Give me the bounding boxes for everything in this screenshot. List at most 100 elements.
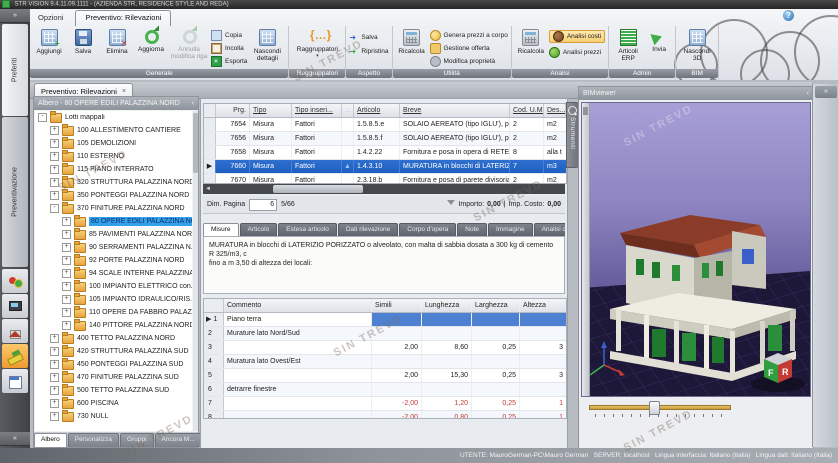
expander-icon[interactable]: + [62,282,71,291]
filter-funnel-icon[interactable] [447,200,455,209]
expander-icon[interactable]: + [50,152,59,161]
col-tipo-inserimento[interactable]: Tipo inseri... [292,104,342,117]
tree-item[interactable]: + 115 PIANO INTERRATO [35,163,192,176]
expander-icon[interactable]: + [50,386,59,395]
tree-item[interactable]: + 400 TETTO PALAZZINA NORD [35,332,192,345]
sidebar-section-preventivazione[interactable]: Preventivazione [2,117,28,267]
col-simili[interactable]: Simili [372,299,422,312]
col-altezza[interactable]: Altezza [520,299,566,312]
tree-item[interactable]: + 140 PITTORE PALAZZINA NORD [35,319,192,332]
expander-icon[interactable]: + [50,334,59,343]
tree-item[interactable]: - 370 FINITURE PALAZZINA NORD [35,202,192,215]
detail-tab[interactable]: Analisi costi [534,223,565,236]
module-monitor-button[interactable] [2,294,28,318]
measure-row[interactable]: 4 Muratura lato Ovest/Est [204,355,566,369]
aggiungi-button[interactable]: +Aggiungi [33,27,65,55]
col-larghezza[interactable]: Larghezza [472,299,520,312]
col-cod-um[interactable]: Cod. U.M. [510,104,544,117]
nascondi-3d-button[interactable]: Nascondi 3D [679,27,715,62]
modifica-proprieta-button[interactable]: Modifica proprietà [430,56,508,67]
dim-pagina-input[interactable]: 6 [249,199,277,211]
expander-icon[interactable]: + [62,243,71,252]
articoli-erp-button[interactable]: Articoli ERP [612,27,644,62]
tree-item[interactable]: + 110 ESTERNO [35,150,192,163]
detail-tab[interactable]: Estesa articolo [278,223,337,236]
expander-icon[interactable]: + [50,347,59,356]
tree-item[interactable]: + 110 OPERE DA FABBRO PALAZ... [35,306,192,319]
measure-row[interactable]: 6 detrarre finestre [204,383,566,397]
tab-opzioni[interactable]: Opzioni [28,10,73,26]
expander-icon[interactable]: + [62,295,71,304]
measure-row[interactable]: 2 Murature lato Nord/Sud [204,327,566,341]
slider-thumb[interactable] [649,401,660,415]
sidebar-section-preferiti[interactable]: Preferiti [2,24,28,116]
tree-item[interactable]: + 420 STRUTTURA PALAZZINA SUD [35,345,192,358]
utilita-ricalcola-button[interactable]: Ricalcola [396,27,428,55]
expander-icon[interactable]: + [50,412,59,421]
tree-item[interactable]: + 94 SCALE INTERNE PALAZZINA... [35,267,192,280]
detail-tab[interactable]: Note [457,223,487,236]
module-colors-button[interactable] [2,269,28,293]
tree-item[interactable]: + 92 PORTE PALAZZINA NORD [35,254,192,267]
tree-tab[interactable]: Ancora M... [155,433,202,447]
expander-icon[interactable]: - [50,204,59,213]
expander-icon[interactable]: + [50,373,59,382]
gestione-offerta-button[interactable]: Gestione offerta [430,43,508,54]
tree-item[interactable]: + 320 STRUTTURA PALAZZINA NORD [35,176,192,189]
aggiorna-button[interactable]: Aggiorna [135,27,167,53]
col-commento[interactable]: Commento [224,299,372,312]
expander-icon[interactable]: + [50,191,59,200]
tree-collapse-icon[interactable]: ‹ [192,97,194,110]
expander-icon[interactable]: + [62,256,71,265]
tree-item[interactable]: + 80 OPERE EDILI PALAZZINA NOR [35,215,192,228]
tree-item[interactable]: + 105 DEMOLIZIONI [35,137,192,150]
expander-icon[interactable]: + [50,360,59,369]
analisi-ricalcola-button[interactable]: Ricalcola [515,27,547,55]
tree-vertical-scrollbar[interactable] [193,111,198,431]
tree-item[interactable]: - Lotti mappali [35,111,192,124]
tree-item[interactable]: + 730 NULL [35,410,192,423]
tree-item[interactable]: + 350 PONTEGGI PALAZZINA NORD [35,189,192,202]
expander-icon[interactable]: + [50,165,59,174]
expander-icon[interactable]: + [50,139,59,148]
right-panel-collapse-button[interactable]: « [815,86,837,98]
help-icon[interactable]: ? [783,10,794,21]
raggruppatori-button[interactable]: {…}Raggruppatori▾ [292,27,342,60]
grid-row[interactable]: 7654 Misura Fattori 1.5.8.5.e SOLAIO AER… [204,118,566,132]
measure-row[interactable]: 3 2,00 8,60 0,25 3 [204,341,566,355]
tree-item[interactable]: + 105 IMPIANTO IDRAULICO/RIS... [35,293,192,306]
module-home-button[interactable] [2,319,28,343]
measure-row[interactable]: 5 2,00 15,30 0,25 3 [204,369,566,383]
col-articolo[interactable]: Articolo [354,104,400,117]
measure-row[interactable]: 8 -2,00 0,80 0,25 1 [204,411,566,419]
grid-row[interactable]: 7670 Misura Fattori 2.3.18.b Fornitura e… [204,174,566,184]
viewer-side-toolbar[interactable] [582,103,590,396]
detail-tab[interactable]: Immagine [488,223,533,236]
esporta-button[interactable]: Esporta [211,56,247,67]
col-breve[interactable]: Breve [400,104,510,117]
expander-icon[interactable]: + [50,126,59,135]
zoom-slider[interactable] [589,401,739,415]
scrollbar-thumb[interactable] [273,185,363,193]
elimina-button[interactable]: ✕Elimina [101,27,133,55]
analisi-costi-button[interactable]: Analisi costi [549,30,605,43]
analisi-prezzi-button[interactable]: Analisi prezzi [549,47,605,58]
sidebar-expand-button[interactable]: » [0,9,30,23]
col-flag[interactable]: ... [342,104,354,117]
col-lunghezza[interactable]: Lunghezza [422,299,472,312]
annulla-modifica-riga-button[interactable]: Annulla modifica riga [169,27,209,60]
detail-tab[interactable]: Misure [203,223,239,236]
detail-tab[interactable]: Dati rilevazione [338,223,398,236]
tree-item[interactable]: + 85 PAVIMENTI PALAZZINA NORD [35,228,192,241]
bim-collapse-icon[interactable]: ‹ [807,87,809,100]
tree-item[interactable]: + 600 PISCINA [35,397,192,410]
measure-row[interactable]: ▶1 Piano terra [204,313,566,327]
tree-item[interactable]: + 100 ALLESTIMENTO CANTIERE [35,124,192,137]
incolla-button[interactable]: Incolla [211,43,247,54]
tree-tab[interactable]: Gruppi [120,433,154,447]
grid-row[interactable]: ▶ 7660 Misura Fattori ▲ 1.4.3.10 MURATUR… [204,160,566,174]
col-prg[interactable]: Prg. [216,104,250,117]
grid-row[interactable]: 7656 Misura Fattori 1.5.8.5.f SOLAIO AER… [204,132,566,146]
copia-button[interactable]: Copia [211,30,247,41]
expander-icon[interactable]: + [62,269,71,278]
